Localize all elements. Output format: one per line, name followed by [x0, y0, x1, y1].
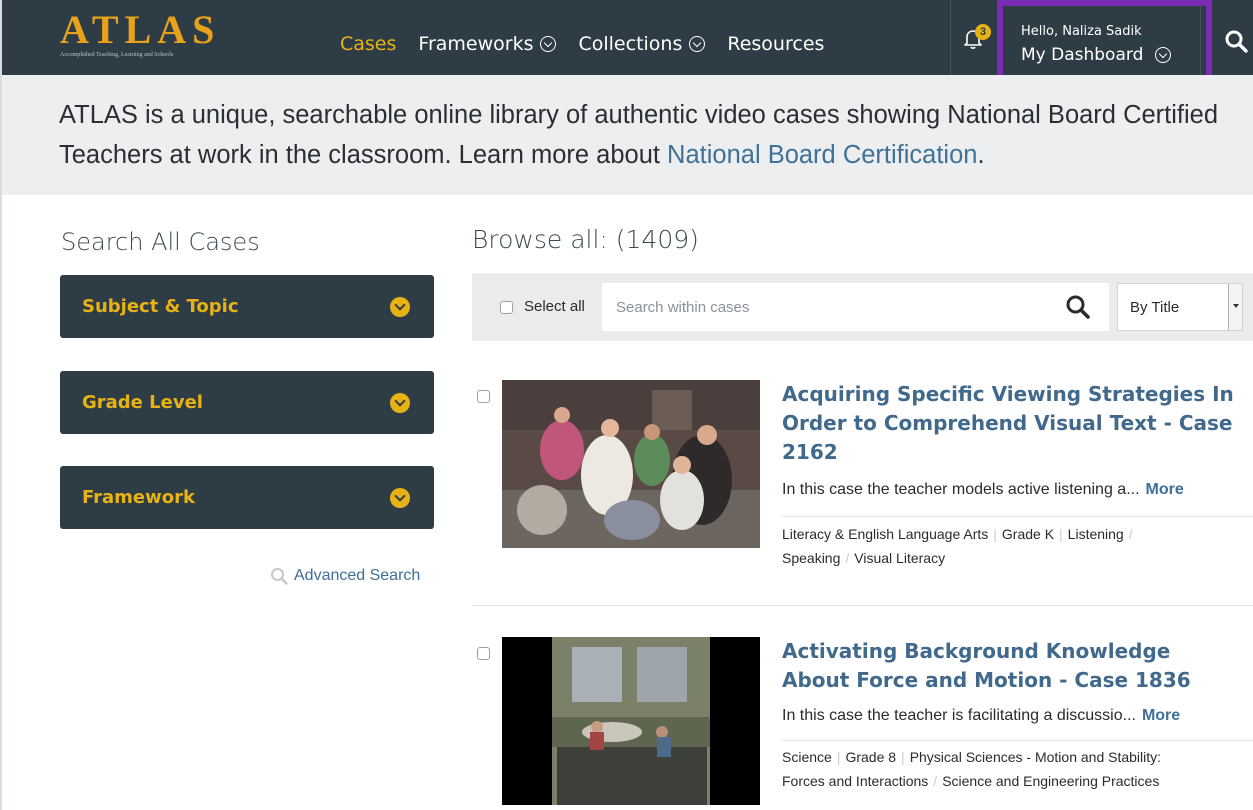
search-icon — [271, 568, 288, 585]
my-dashboard-label: My Dashboard — [1021, 45, 1144, 65]
tag-topic[interactable]: Forces and Interactions — [782, 773, 928, 789]
chevron-down-icon — [540, 36, 557, 52]
nav-cases[interactable]: Cases — [340, 33, 396, 55]
nav-resources-label: Resources — [727, 33, 825, 55]
nav-frameworks-label: Frameworks — [418, 33, 534, 55]
sort-value: By Title — [1130, 299, 1180, 316]
facet-label: Grade Level — [82, 392, 203, 413]
browse-toolbar: Select all By Title — [472, 273, 1253, 341]
divider — [782, 740, 1253, 741]
nav-resources[interactable]: Resources — [727, 33, 824, 55]
tag-topic[interactable]: Speaking — [782, 550, 840, 566]
sidebar-title: Search All Cases — [61, 228, 260, 256]
atlas-logo[interactable]: ATLAS Accomplished Teaching, Learning an… — [60, 10, 250, 66]
page: ATLAS Accomplished Teaching, Learning an… — [0, 0, 1253, 810]
sort-select[interactable]: By Title — [1117, 283, 1243, 331]
search-within-cases — [602, 283, 1109, 331]
tag-subject[interactable]: Science — [782, 749, 832, 765]
dropdown-arrow-icon — [1228, 284, 1242, 330]
facet-framework[interactable]: Framework — [60, 466, 434, 529]
logo-wordmark: ATLAS — [60, 7, 221, 52]
search-input[interactable] — [616, 296, 1046, 318]
search-icon[interactable] — [1224, 29, 1248, 53]
case-title-link[interactable]: Activating Background Knowledge About Fo… — [782, 637, 1242, 695]
user-greeting: Hello, Naliza Sadik — [1021, 24, 1142, 39]
chevron-down-icon — [689, 36, 706, 52]
nav-frameworks[interactable]: Frameworks — [418, 33, 557, 55]
tag-topic[interactable]: Listening — [1068, 526, 1124, 542]
facet-subject-topic[interactable]: Subject & Topic — [60, 275, 434, 338]
case-description-text: In this case the teacher models active l… — [782, 481, 1140, 498]
case-list-item: Acquiring Specific Viewing Strategies In… — [472, 380, 1253, 600]
advanced-search-label: Advanced Search — [294, 567, 421, 584]
advanced-search-link[interactable]: Advanced Search — [270, 567, 420, 585]
browse-title: Browse all: (1409) — [472, 225, 699, 254]
chevron-down-icon — [390, 297, 410, 317]
case-description: In this case the teacher is facilitating… — [782, 707, 1180, 725]
facet-label: Framework — [82, 487, 195, 508]
nav-cases-label: Cases — [340, 33, 397, 55]
tag-topic[interactable]: Science and Engineering Practices — [942, 773, 1159, 789]
case-thumbnail[interactable] — [502, 380, 760, 548]
intro-banner: ATLAS is a unique, searchable online lib… — [2, 75, 1253, 195]
case-description: In this case the teacher models active l… — [782, 481, 1184, 499]
select-all-checkbox[interactable] — [500, 301, 513, 314]
nav-collections[interactable]: Collections — [578, 33, 706, 55]
facet-grade-level[interactable]: Grade Level — [60, 371, 434, 434]
more-link[interactable]: More — [1146, 481, 1184, 498]
tag-topic[interactable]: Visual Literacy — [854, 550, 945, 566]
chevron-down-icon — [1155, 47, 1172, 63]
case-list-item: Activating Background Knowledge About Fo… — [472, 637, 1253, 810]
case-thumbnail[interactable] — [502, 637, 760, 805]
divider — [782, 516, 1253, 517]
case-description-text: In this case the teacher is facilitating… — [782, 707, 1136, 724]
case-title-link[interactable]: Acquiring Specific Viewing Strategies In… — [782, 380, 1242, 467]
facet-label: Subject & Topic — [82, 296, 239, 317]
case-tags: Science | Grade 8 | Physical Sciences - Moti… — [782, 749, 1162, 789]
nav-collections-label: Collections — [578, 33, 683, 55]
tag-subject[interactable]: Literacy & English Language Arts — [782, 526, 988, 542]
divider — [472, 605, 1253, 606]
tag-topic[interactable]: Physical Sciences - Motion and Stability… — [910, 749, 1161, 765]
intro-text-suffix: . — [977, 141, 985, 169]
notifications-button[interactable]: 3 — [950, 0, 1000, 75]
national-board-link[interactable]: National Board Certification — [667, 141, 977, 169]
notification-count-badge: 3 — [975, 24, 991, 40]
case-tags: Literacy & English Language Arts | Grade K… — [782, 526, 1133, 566]
more-link[interactable]: More — [1142, 707, 1180, 724]
intro-text: ATLAS is a unique, searchable online lib… — [59, 95, 1239, 175]
chevron-down-icon — [390, 488, 410, 508]
select-all-label[interactable]: Select all — [524, 298, 585, 315]
my-dashboard-link[interactable]: My Dashboard — [1021, 45, 1172, 65]
tag-grade[interactable]: Grade K — [1002, 526, 1054, 542]
case-checkbox[interactable] — [477, 647, 490, 660]
main-nav: Cases Frameworks Collections Resources — [340, 33, 846, 55]
search-icon[interactable] — [1065, 294, 1091, 320]
logo-tagline: Accomplished Teaching, Learning and Scho… — [60, 52, 174, 58]
chevron-down-icon — [390, 393, 410, 413]
intro-text-body: ATLAS is a unique, searchable online lib… — [59, 101, 1219, 169]
tag-grade[interactable]: Grade 8 — [845, 749, 896, 765]
case-checkbox[interactable] — [477, 390, 490, 403]
